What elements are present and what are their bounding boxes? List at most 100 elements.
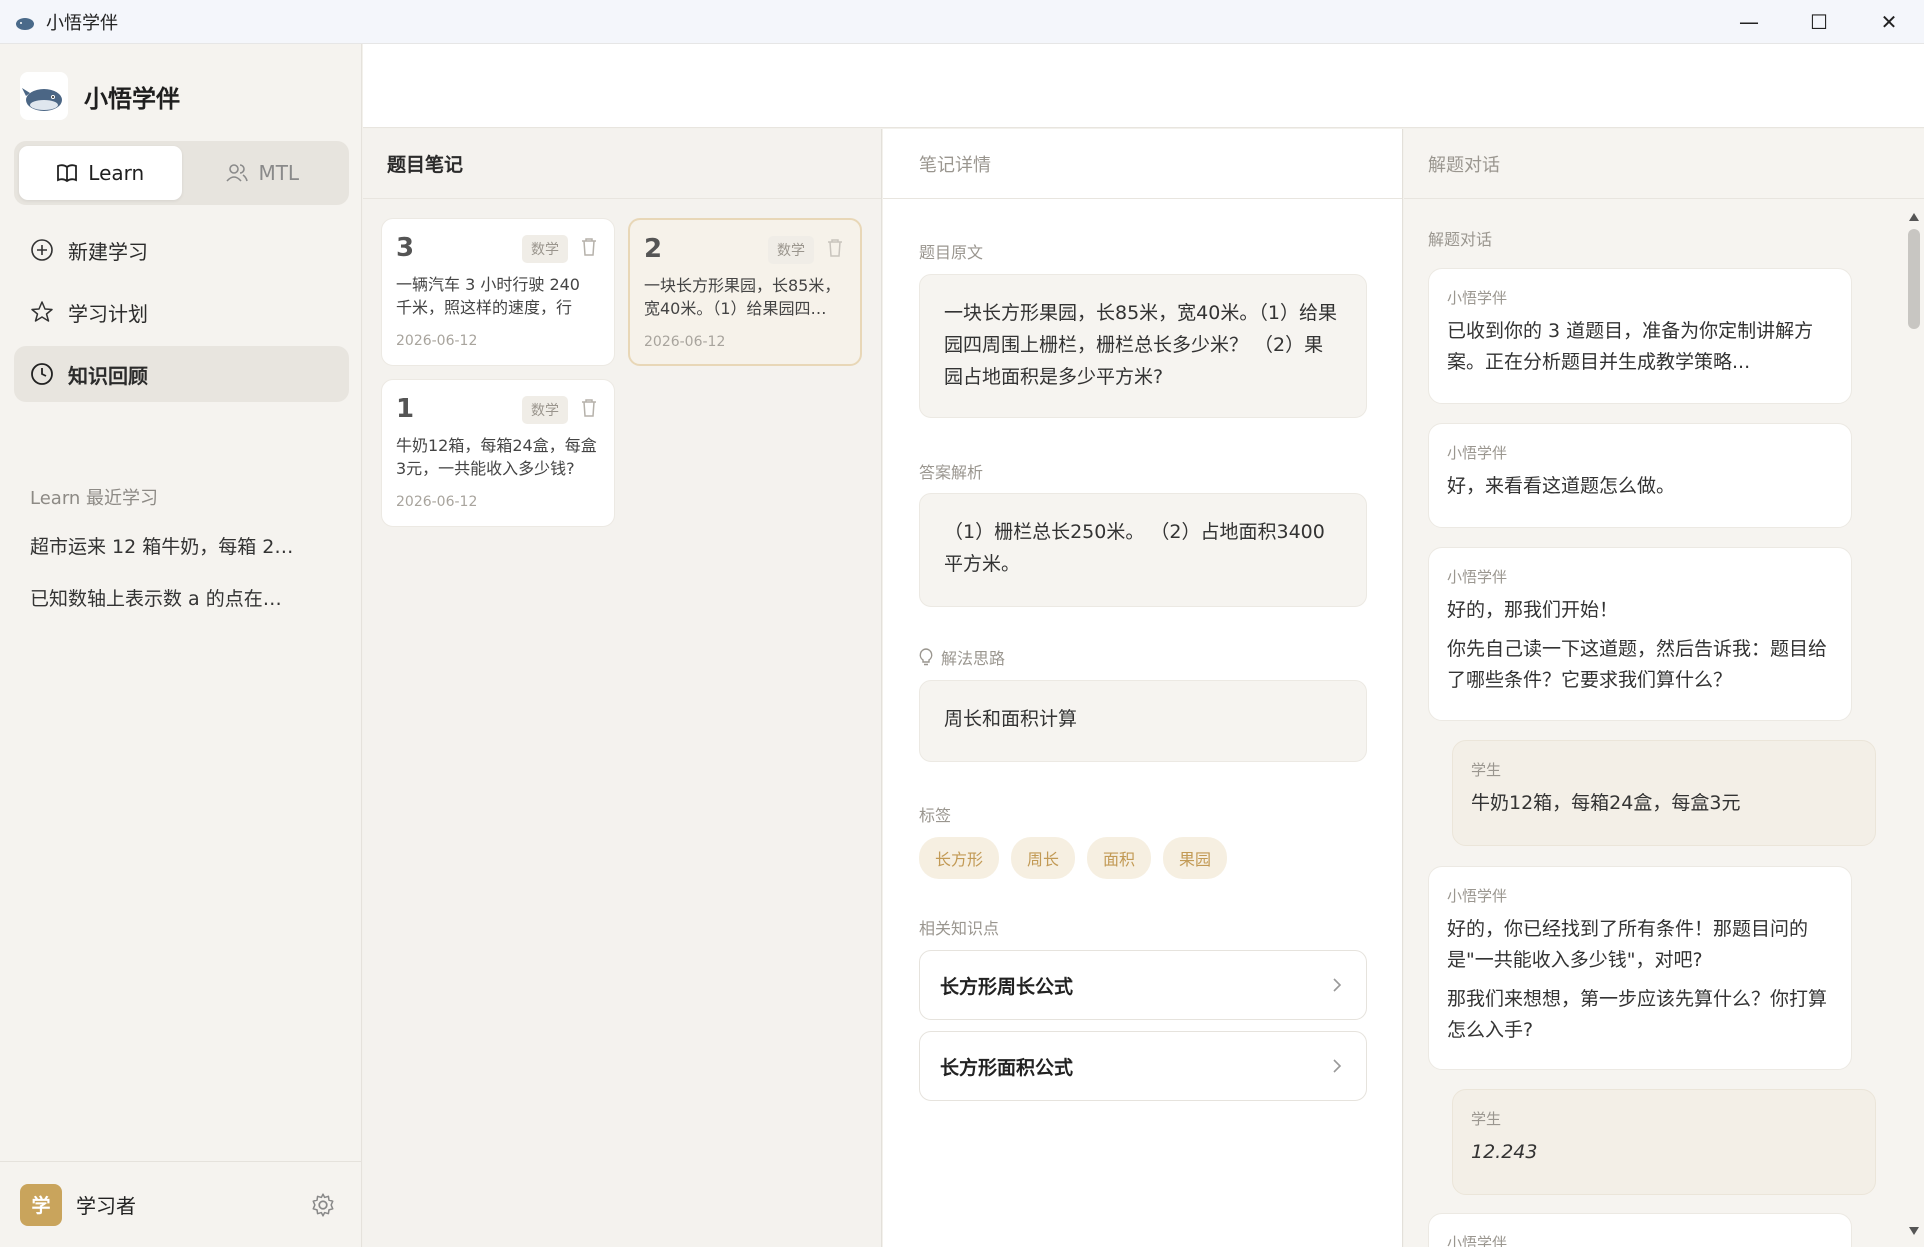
close-button[interactable]: ✕ xyxy=(1854,0,1924,44)
knowledge-point-item[interactable]: 长方形面积公式 xyxy=(919,1031,1367,1101)
gear-icon[interactable] xyxy=(310,1192,336,1218)
tag-chip[interactable]: 长方形 xyxy=(919,837,1000,879)
maximize-button[interactable]: ☐ xyxy=(1784,0,1854,44)
nav-study-plan[interactable]: 学习计划 xyxy=(14,284,349,340)
window-title: 小悟学伴 xyxy=(46,12,118,34)
message-text: 好的，那我们开始！ xyxy=(1447,599,1619,621)
message-text: 那我们来想想，第一步应该先算什么？你打算怎么入手? xyxy=(1447,987,1828,1041)
brand-name: 小悟学伴 xyxy=(84,84,180,113)
minimize-icon: — xyxy=(1739,10,1759,34)
recent-item[interactable]: 超市运来 12 箱牛奶，每箱 2… xyxy=(30,532,340,584)
star-icon xyxy=(31,301,53,322)
whale-logo-icon xyxy=(16,17,34,30)
note-number: 3 xyxy=(396,233,415,263)
notes-header: 题目笔记 xyxy=(363,129,881,199)
subject-tag: 数学 xyxy=(522,396,568,424)
maximize-icon: ☐ xyxy=(1810,10,1828,34)
subject-tag: 数学 xyxy=(768,236,814,264)
scroll-thumb[interactable] xyxy=(1908,229,1920,329)
note-text: 一块长方形果园，长85米，宽40米。（1）给果园四… xyxy=(644,276,841,318)
close-icon: ✕ xyxy=(1880,10,1898,34)
nav-knowledge-review[interactable]: 知识回顾 xyxy=(14,346,349,402)
clock-icon xyxy=(31,363,53,385)
tag-list: 长方形 周长 面积 果园 xyxy=(919,837,1228,879)
knowledge-label: 相关知识点 xyxy=(919,919,1000,938)
message-text: 已收到你的 3 道题目，准备为你定制讲解方案。正在分析题目并生成教学策略... xyxy=(1447,320,1814,373)
message-text: 牛奶12箱，每箱24盒，每盒3元 xyxy=(1471,792,1741,814)
nav-label: 新建学习 xyxy=(68,239,148,264)
mode-mtl-button[interactable]: MTL xyxy=(182,146,345,200)
note-card[interactable]: 1 数学 牛奶12箱，每箱24盒，每盒3元，一共能收入多少钱? 2026-06-… xyxy=(381,379,615,527)
chat-message-user: 学生 12.243 xyxy=(1452,1089,1876,1195)
recent-list: Learn 最近学习 超市运来 12 箱牛奶，每箱 2… 已知数轴上表示数 a … xyxy=(30,484,340,636)
chat-message-bot: 小悟学伴 xyxy=(1428,1213,1852,1247)
chat-panel: 解题对话 解题对话 小悟学伴 已收到你的 3 道题目，准备为你定制讲解方案。正在… xyxy=(1404,129,1924,1247)
message-sender: 小悟学伴 xyxy=(1447,886,1508,905)
chevron-right-icon xyxy=(1333,978,1342,992)
minimize-button[interactable]: — xyxy=(1714,0,1784,44)
note-card[interactable]: 3 数学 一辆汽车 3 小时行驶 240 千米，照这样的速度，行驶… 2026-… xyxy=(381,218,615,366)
mode-mtl-label: MTL xyxy=(258,161,300,185)
tags-label: 标签 xyxy=(919,806,952,825)
chat-header: 解题对话 xyxy=(1404,129,1924,199)
note-text: 牛奶12箱，每箱24盒，每盒3元，一共能收入多少钱? xyxy=(396,436,597,478)
nav-new-study[interactable]: 新建学习 xyxy=(14,222,349,278)
top-toolbar xyxy=(363,44,1924,128)
note-date: 2026-06-12 xyxy=(396,494,478,510)
whale-logo-icon xyxy=(20,72,68,120)
sidebar: 小悟学伴 Learn MTL 新建学习 学习计划 知识回顾 Learn 最近学习… xyxy=(0,44,362,1247)
chat-scrollbar[interactable] xyxy=(1908,209,1920,1239)
detail-panel: 笔记详情 题目原文 一块长方形果园，长85米，宽40米。（1）给果园四周围上栅栏… xyxy=(883,129,1403,1247)
question-text: 一块长方形果园，长85米，宽40米。（1）给果园四周围上栅栏，栅栏总长多少米？ … xyxy=(919,274,1367,418)
message-sender: 学生 xyxy=(1471,1110,1502,1128)
message-text: 好的，你已经找到了所有条件！那题目问的是"一共能收入多少钱"，对吧? xyxy=(1447,917,1809,971)
trash-icon[interactable] xyxy=(826,238,844,258)
chat-subheader: 解题对话 xyxy=(1428,230,1493,249)
message-text: 你先自己读一下这道题，然后告诉我：题目给了哪些条件？它要求我们算什么？ xyxy=(1447,638,1828,691)
brand: 小悟学伴 xyxy=(20,72,180,120)
note-date: 2026-06-12 xyxy=(396,333,478,349)
book-icon xyxy=(57,164,78,183)
tag-chip[interactable]: 面积 xyxy=(1087,837,1152,879)
subject-tag: 数学 xyxy=(522,235,568,263)
plus-circle-icon xyxy=(31,239,53,261)
window-titlebar: 小悟学伴 — ☐ ✕ xyxy=(0,0,1924,44)
answer-text: （1）栅栏总长250米。 （2）占地面积3400平方米。 xyxy=(919,493,1367,607)
message-sender: 小悟学伴 xyxy=(1447,289,1508,307)
lightbulb-icon xyxy=(919,648,933,666)
note-card-selected[interactable]: 2 数学 一块长方形果园，长85米，宽40米。（1）给果园四… 2026-06-… xyxy=(628,218,862,366)
approach-text: 周长和面积计算 xyxy=(919,680,1367,762)
users-icon xyxy=(226,164,249,182)
avatar[interactable]: 学 xyxy=(20,1183,62,1226)
trash-icon[interactable] xyxy=(580,398,598,418)
chat-message-user: 学生 牛奶12箱，每箱24盒，每盒3元 xyxy=(1452,740,1876,846)
knowledge-point-item[interactable]: 长方形周长公式 xyxy=(919,950,1367,1020)
note-date: 2026-06-12 xyxy=(644,334,726,350)
sidebar-nav: 新建学习 学习计划 知识回顾 xyxy=(14,222,349,408)
recent-header: Learn 最近学习 xyxy=(30,488,159,509)
question-label: 题目原文 xyxy=(919,243,984,262)
mode-switch: Learn MTL xyxy=(14,141,349,205)
answer-label: 答案解析 xyxy=(919,463,984,482)
note-number: 2 xyxy=(644,234,663,264)
nav-label: 学习计划 xyxy=(68,301,148,326)
chat-message-bot: 小悟学伴 好的，你已经找到了所有条件！那题目问的是"一共能收入多少钱"，对吧? … xyxy=(1428,865,1852,1070)
note-number: 1 xyxy=(396,394,415,424)
approach-label-row: 解法思路 xyxy=(919,645,1005,669)
chat-message-bot: 小悟学伴 已收到你的 3 道题目，准备为你定制讲解方案。正在分析题目并生成教学策… xyxy=(1428,268,1852,404)
chat-message-bot: 小悟学伴 好，来看看这道题怎么做。 xyxy=(1428,423,1852,528)
tag-chip[interactable]: 周长 xyxy=(1011,837,1076,879)
approach-label: 解法思路 xyxy=(941,649,1006,668)
recent-item[interactable]: 已知数轴上表示数 a 的点在… xyxy=(30,584,340,636)
knowledge-point-label: 长方形面积公式 xyxy=(940,1056,1074,1079)
message-sender: 小悟学伴 xyxy=(1447,1234,1508,1247)
trash-icon[interactable] xyxy=(580,237,598,257)
message-sender: 学生 xyxy=(1471,761,1502,779)
message-sender: 小悟学伴 xyxy=(1447,444,1508,462)
message-text: 好，来看看这道题怎么做。 xyxy=(1447,475,1676,497)
tag-chip[interactable]: 果园 xyxy=(1163,837,1228,879)
mode-learn-button[interactable]: Learn xyxy=(19,146,182,200)
detail-header: 笔记详情 xyxy=(883,129,1402,199)
note-text: 一辆汽车 3 小时行驶 240 千米，照这样的速度，行驶… xyxy=(396,275,580,317)
chevron-right-icon xyxy=(1333,1059,1342,1073)
